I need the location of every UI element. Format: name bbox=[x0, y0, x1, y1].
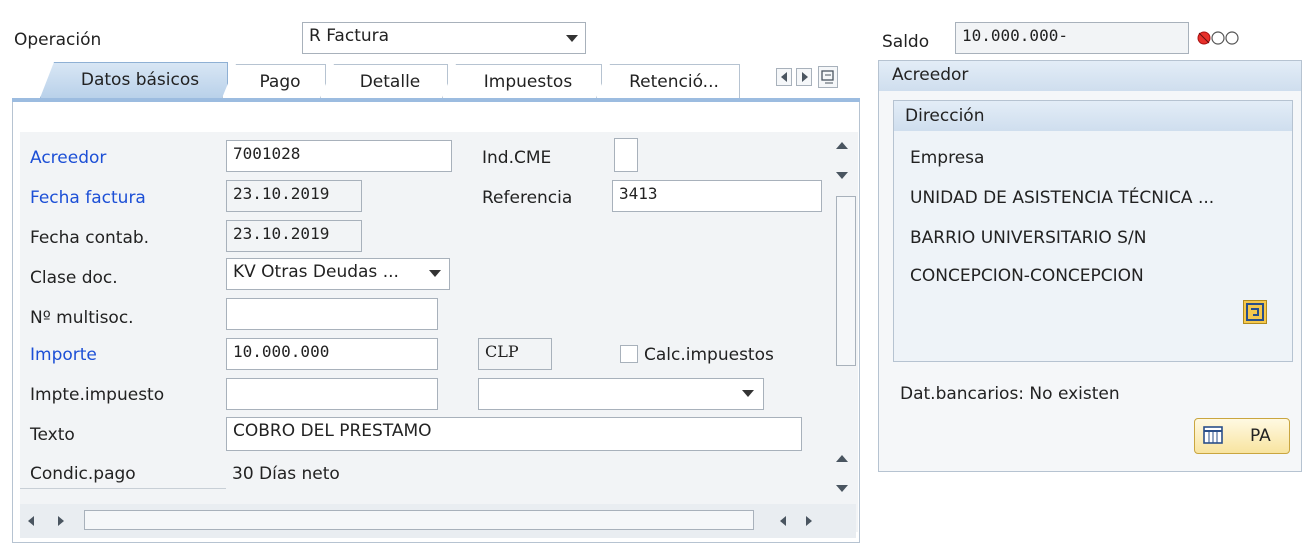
tab-list-icon bbox=[821, 70, 834, 84]
chevron-down-icon[interactable] bbox=[429, 270, 441, 277]
impte-impuesto-label: Impte.impuesto bbox=[30, 385, 165, 405]
scroll-up-icon[interactable] bbox=[836, 455, 848, 462]
impte-impuesto-input[interactable] bbox=[226, 378, 438, 410]
acreedor-label: Acreedor bbox=[30, 148, 107, 168]
tab-scroll-right-button[interactable] bbox=[796, 68, 812, 86]
tab-label: Datos básicos bbox=[80, 70, 200, 90]
scroll-right-icon[interactable] bbox=[806, 516, 812, 526]
fecha-contab-input[interactable]: 23.10.2019 bbox=[226, 220, 362, 252]
tab-scroll-left-button[interactable] bbox=[776, 68, 792, 86]
scroll-left-icon[interactable] bbox=[780, 516, 786, 526]
calc-impuestos-checkbox[interactable] bbox=[620, 345, 638, 363]
address-edit-button[interactable] bbox=[1243, 300, 1267, 324]
scroll-down-icon[interactable] bbox=[836, 485, 848, 492]
chevron-down-icon[interactable] bbox=[742, 390, 754, 397]
fecha-contab-value: 23.10.2019 bbox=[233, 224, 330, 243]
fecha-contab-label: Fecha contab. bbox=[30, 228, 150, 248]
tab-label: Impuestos bbox=[483, 72, 573, 92]
texto-value: COBRO DEL PRESTAMO bbox=[233, 421, 432, 441]
scroll-left-icon[interactable] bbox=[28, 516, 34, 526]
chevron-down-icon[interactable] bbox=[566, 35, 578, 42]
tab-label: Pago bbox=[259, 72, 301, 92]
tab-label: Retenció... bbox=[629, 72, 719, 92]
fecha-factura-label: Fecha factura bbox=[30, 188, 146, 208]
address-line: Empresa bbox=[910, 148, 985, 168]
address-line: BARRIO UNIVERSITARIO S/N bbox=[910, 228, 1147, 248]
status-lights-icon bbox=[1197, 31, 1239, 45]
referencia-input[interactable]: 3413 bbox=[612, 180, 822, 212]
tab-list-button[interactable] bbox=[818, 66, 838, 88]
table-icon bbox=[1203, 426, 1223, 444]
pa-button[interactable]: PA bbox=[1194, 418, 1290, 454]
tax-code-select[interactable] bbox=[478, 378, 764, 410]
referencia-value: 3413 bbox=[619, 184, 658, 203]
indcme-input[interactable] bbox=[614, 138, 638, 172]
saldo-field: 10.000.000- bbox=[955, 22, 1189, 54]
direccion-title: Dirección bbox=[905, 106, 985, 126]
texto-label: Texto bbox=[30, 425, 75, 445]
address-line: CONCEPCION-CONCEPCION bbox=[910, 266, 1144, 286]
tab-datos-basicos[interactable]: Datos básicos bbox=[40, 62, 228, 98]
texto-input[interactable]: COBRO DEL PRESTAMO bbox=[226, 417, 802, 451]
fecha-factura-value: 23.10.2019 bbox=[233, 184, 330, 203]
multisoc-input[interactable] bbox=[226, 298, 438, 330]
horizontal-scroll-thumb[interactable] bbox=[84, 510, 754, 530]
scroll-up-icon[interactable] bbox=[836, 142, 848, 149]
currency-value: CLP bbox=[485, 342, 519, 361]
indcme-label: Ind.CME bbox=[482, 148, 552, 168]
condic-pago-value: 30 Días neto bbox=[232, 464, 340, 484]
acreedor-input[interactable]: 7001028 bbox=[226, 140, 452, 172]
tab-pago[interactable]: Pago bbox=[222, 64, 326, 98]
edit-address-icon bbox=[1246, 303, 1264, 321]
tab-label: Detalle bbox=[359, 72, 421, 92]
scroll-right-icon[interactable] bbox=[58, 516, 64, 526]
clase-doc-label: Clase doc. bbox=[30, 268, 118, 288]
clase-doc-select[interactable]: KV Otras Deudas ... bbox=[226, 258, 450, 290]
fecha-factura-input[interactable]: 23.10.2019 bbox=[226, 180, 362, 212]
tab-retencion[interactable]: Retenció... bbox=[596, 64, 740, 98]
operacion-label: Operación bbox=[14, 30, 102, 50]
pa-label: PA bbox=[1250, 426, 1271, 446]
divider bbox=[20, 488, 226, 489]
address-line: UNIDAD DE ASISTENCIA TÉCNICA ... bbox=[910, 188, 1215, 208]
tab-strip-line bbox=[12, 98, 860, 102]
tab-detalle[interactable]: Detalle bbox=[320, 64, 448, 98]
operacion-value: R Factura bbox=[309, 26, 390, 46]
acreedor-value: 7001028 bbox=[233, 144, 301, 163]
arrow-left-icon bbox=[781, 72, 787, 82]
condic-pago-label: Condic.pago bbox=[30, 464, 136, 484]
saldo-label: Saldo bbox=[882, 32, 930, 52]
arrow-right-icon bbox=[802, 72, 808, 82]
currency-field: CLP bbox=[478, 338, 552, 370]
bank-data-text: Dat.bancarios: No existen bbox=[900, 384, 1120, 404]
tab-impuestos[interactable]: Impuestos bbox=[442, 64, 602, 98]
importe-input[interactable]: 10.000.000 bbox=[226, 338, 438, 370]
importe-label: Importe bbox=[30, 345, 97, 365]
multisoc-label: Nº multisoc. bbox=[30, 308, 134, 328]
clase-doc-value: KV Otras Deudas ... bbox=[233, 262, 399, 282]
operacion-select[interactable]: R Factura bbox=[302, 22, 586, 54]
vertical-scroll-thumb[interactable] bbox=[836, 196, 856, 366]
saldo-value: 10.000.000- bbox=[962, 26, 1068, 45]
calc-impuestos-label: Calc.impuestos bbox=[644, 345, 774, 365]
scroll-down-icon[interactable] bbox=[836, 172, 848, 179]
acreedor-panel-title: Acreedor bbox=[892, 65, 969, 85]
importe-value: 10.000.000 bbox=[233, 342, 330, 361]
referencia-label: Referencia bbox=[482, 188, 573, 208]
